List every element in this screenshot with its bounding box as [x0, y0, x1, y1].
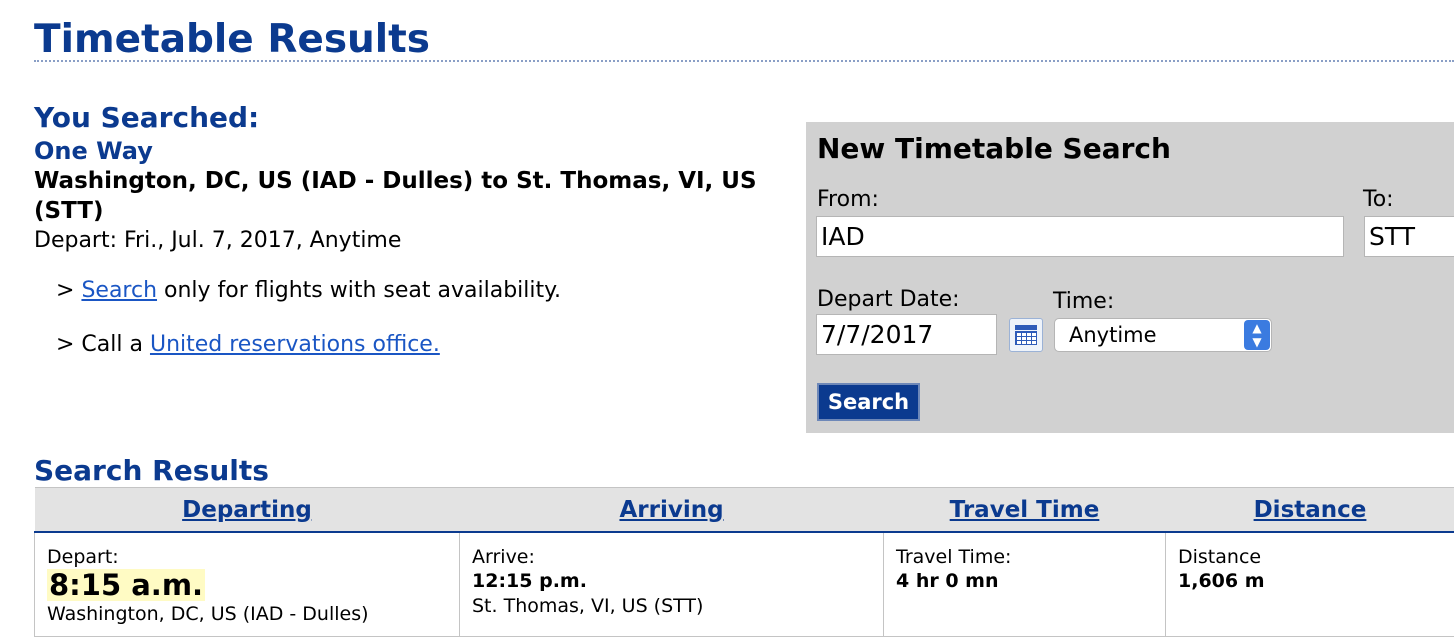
from-input[interactable] — [816, 216, 1344, 257]
searched-route: Washington, DC, US (IAD - Dulles) to St.… — [34, 168, 757, 224]
note-prefix: > — [56, 278, 82, 303]
note-suffix: only for flights with seat availability. — [157, 278, 562, 303]
arriving-cell: Arrive: 12:15 p.m. St. Thomas, VI, US (S… — [459, 532, 884, 637]
new-search-title: New Timetable Search — [817, 132, 1171, 165]
new-timetable-search-panel: New Timetable Search From: To: Depart Da… — [806, 122, 1454, 433]
seat-availability-note: > Search only for flights with seat avai… — [56, 276, 561, 306]
title-divider — [34, 60, 1454, 62]
distance-label: Distance — [1178, 546, 1262, 568]
sort-departing-link[interactable]: Departing — [182, 497, 312, 523]
calendar-grid — [1015, 331, 1037, 345]
select-chevron-icon: ▲ ▼ — [1244, 320, 1270, 350]
to-label: To: — [1363, 187, 1394, 212]
arrive-place: St. Thomas, VI, US (STT) — [472, 595, 704, 617]
column-header-arriving: Arriving — [459, 487, 884, 533]
travel-time-value: 4 hr 0 mn — [896, 570, 999, 592]
results-table: Departing Arriving Travel Time Distance … — [34, 487, 1454, 637]
depart-label: Depart: — [47, 546, 119, 568]
travel-time-label: Travel Time: — [896, 546, 1012, 568]
column-header-distance: Distance — [1165, 487, 1454, 533]
reservations-note: > Call a United reservations office. — [56, 330, 440, 360]
column-header-departing: Departing — [34, 487, 460, 533]
depart-date-label: Depart Date: — [817, 287, 960, 312]
to-input[interactable] — [1364, 216, 1454, 257]
depart-date-input[interactable] — [816, 314, 997, 355]
travel-time-cell: Travel Time: 4 hr 0 mn — [883, 532, 1166, 637]
sort-travel-time-link[interactable]: Travel Time — [950, 497, 1100, 523]
distance-cell: Distance 1,606 m — [1165, 532, 1454, 637]
column-header-travel-time: Travel Time — [883, 487, 1166, 533]
search-button[interactable]: Search — [817, 383, 920, 421]
searched-depart: Depart: Fri., Jul. 7, 2017, Anytime — [34, 228, 402, 253]
search-results-heading: Search Results — [34, 454, 269, 487]
time-label: Time: — [1053, 289, 1115, 314]
reservations-office-link[interactable]: United reservations office. — [150, 332, 440, 357]
note-prefix: > Call a — [56, 332, 150, 357]
time-select[interactable]: Anytime ▲ ▼ — [1054, 318, 1272, 352]
table-row: Depart: 8:15 a.m. Washington, DC, US (IA… — [34, 532, 1454, 637]
time-select-value: Anytime — [1069, 323, 1157, 347]
arrive-label: Arrive: — [472, 546, 535, 568]
results-header-row: Departing Arriving Travel Time Distance — [34, 487, 1454, 533]
you-searched-heading: You Searched: — [34, 101, 260, 134]
arrive-time: 12:15 p.m. — [472, 570, 587, 592]
sort-arriving-link[interactable]: Arriving — [619, 497, 723, 523]
trip-type: One Way — [34, 137, 153, 165]
page-title: Timetable Results — [34, 17, 431, 62]
depart-place: Washington, DC, US (IAD - Dulles) — [47, 603, 369, 625]
calendar-header — [1015, 325, 1037, 330]
calendar-icon[interactable] — [1009, 318, 1043, 352]
search-availability-link[interactable]: Search — [81, 278, 157, 303]
distance-value: 1,606 m — [1178, 570, 1265, 592]
depart-time: 8:15 a.m. — [47, 568, 206, 602]
sort-distance-link[interactable]: Distance — [1254, 497, 1367, 523]
from-label: From: — [817, 187, 879, 212]
departing-cell: Depart: 8:15 a.m. Washington, DC, US (IA… — [34, 532, 460, 637]
